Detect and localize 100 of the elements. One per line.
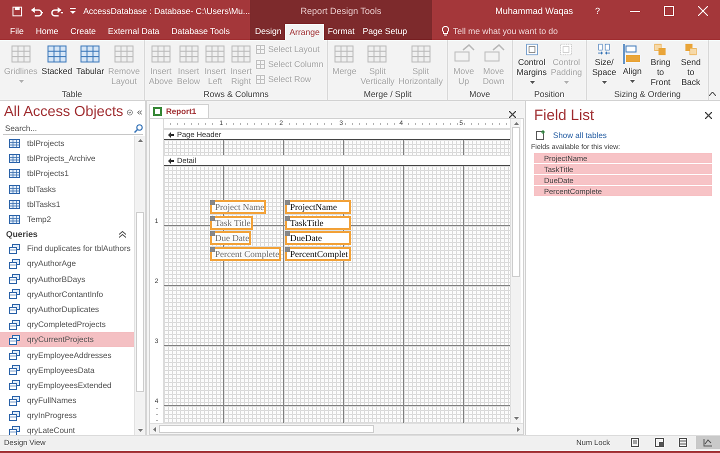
query-icon (9, 334, 20, 345)
close-icon (509, 111, 516, 118)
grid-icon (256, 74, 266, 84)
scrollbar[interactable] (510, 119, 521, 423)
query-icon (9, 258, 20, 269)
table-layout-icon (230, 43, 252, 65)
grid-icon (256, 60, 266, 68)
control-label[interactable]: Task Title (210, 216, 253, 230)
text-box-control[interactable]: PercentComplet (285, 246, 351, 260)
caret-icon (530, 81, 535, 84)
ribbon-tab[interactable]: Page Setup (358, 22, 412, 40)
scrollbar-thumb[interactable] (136, 212, 144, 392)
navigation-item[interactable]: Find duplicates for tblAuthors (0, 241, 134, 256)
group-header[interactable]: Queries (6, 229, 38, 240)
navigation-item[interactable]: qryAuthorBDays (0, 272, 134, 287)
navigation-item[interactable]: tblProjects (0, 136, 134, 152)
text-box-control[interactable]: DueDate (285, 231, 351, 245)
ribbon-button[interactable]: Tabular (74, 40, 106, 87)
table-icon (9, 215, 20, 224)
ribbon-tab[interactable]: Arrange (285, 24, 324, 40)
scrollbar[interactable] (150, 423, 523, 434)
table-icon (9, 200, 20, 209)
show-all-tables-link[interactable]: Show all tables (553, 130, 607, 140)
ribbon-button[interactable]: Stacked (40, 40, 74, 87)
control-label[interactable]: Project Name (210, 200, 266, 214)
table-layout-icon (204, 43, 226, 65)
navigation-item[interactable]: qryInProgress (0, 408, 134, 424)
document-tab[interactable]: Report1 (149, 104, 210, 118)
table-icon (9, 139, 20, 148)
navigation-item[interactable]: qryFullNames (0, 393, 134, 408)
table-icon (9, 184, 20, 194)
caret-icon (630, 80, 636, 84)
save-icon (12, 6, 23, 16)
menu-circle-icon (127, 108, 133, 116)
navigation-item[interactable]: qryEmployeeAddresses (0, 347, 134, 363)
navigation-item[interactable]: qryAuthorContantInfo (0, 286, 134, 302)
tell-me-field[interactable]: Tell me what you want to do (453, 26, 558, 36)
query-icon (9, 350, 20, 360)
control-label[interactable]: Percent Complete (210, 246, 282, 260)
table-icon (9, 169, 20, 178)
ribbon-button[interactable]: Align (619, 40, 646, 87)
navigation-item[interactable]: qryAuthorAge (0, 256, 134, 272)
section-marker-icon (168, 158, 174, 164)
pane-title: All Access Objects (4, 104, 124, 120)
help-button[interactable]: ? (594, 6, 600, 16)
maximize-icon (664, 6, 674, 16)
ribbon-button[interactable]: Control Margins (514, 40, 549, 87)
group-label: Position (533, 89, 566, 100)
table-layout-icon (150, 43, 172, 65)
close-icon (698, 6, 708, 16)
scroll-down-icon (138, 429, 142, 432)
undo-icon (30, 6, 44, 16)
query-icon (9, 304, 20, 314)
ribbon-tab[interactable]: Design (251, 22, 286, 40)
ribbon-tab[interactable]: Database Tools (165, 22, 236, 40)
user-name[interactable]: Muhammad Waqas (495, 6, 573, 16)
scrollbar[interactable] (134, 136, 145, 435)
ribbon-button[interactable]: Bring to Front (645, 40, 676, 87)
lightbulb-icon (442, 26, 449, 36)
search-field[interactable]: Search... (3, 123, 143, 135)
navigation-item[interactable]: Temp2 (0, 212, 134, 228)
scrollbar-thumb[interactable] (159, 425, 374, 433)
group-label: Rows & Columns (202, 89, 270, 100)
navigation-item[interactable]: tblProjects_Archive (0, 151, 134, 166)
ribbon-tab[interactable]: File (4, 22, 30, 40)
grid-icon (256, 44, 266, 54)
ribbon-tab[interactable]: Format (324, 22, 359, 40)
navigation-item[interactable]: qryCurrentProjects (0, 332, 134, 348)
context-title: Report Design Tools (300, 6, 382, 16)
text-box-control[interactable]: ProjectName (285, 200, 351, 214)
navigation-item[interactable]: tblProjects1 (0, 166, 134, 182)
scroll-left-icon (153, 426, 156, 432)
group-label: Table (60, 89, 84, 100)
ribbon-button[interactable]: Size/ Space (588, 40, 620, 87)
ribbon-tab[interactable]: Create (64, 22, 102, 40)
caret-icon (602, 81, 608, 84)
scrollbar-thumb[interactable] (512, 127, 520, 277)
navigation-item[interactable]: tblTasks1 (0, 196, 134, 212)
window-title: AccessDatabase : Database- C:\Users\Mu... (83, 6, 250, 16)
report-icon (153, 107, 162, 116)
table-icon (9, 154, 20, 164)
table-layout-icon (79, 43, 102, 65)
ribbon-tab[interactable]: External Data (102, 22, 166, 40)
navigation-item[interactable]: tblTasks (0, 182, 134, 197)
navigation-item[interactable]: qryAuthorDuplicates (0, 302, 134, 318)
report-view-icon (631, 438, 641, 447)
layout-view-icon (679, 438, 689, 447)
collapse-ribbon-icon (709, 92, 716, 96)
text-box-control[interactable]: TaskTitle (285, 216, 351, 230)
ribbon-tab[interactable]: Home (30, 22, 64, 40)
view-button[interactable] (696, 436, 720, 449)
table-layout-icon (410, 43, 432, 65)
navigation-item[interactable]: qryCompletedProjects (0, 317, 134, 332)
control-label[interactable]: Due Date (210, 231, 252, 245)
ribbon-button[interactable]: Send to Back (676, 40, 706, 87)
navigation-item[interactable]: qryEmployeesData (0, 362, 134, 378)
collapse-pane-icon (136, 108, 142, 116)
scroll-up-icon (138, 139, 142, 142)
table-layout-icon (366, 43, 388, 65)
navigation-item[interactable]: qryEmployeesExtended (0, 378, 134, 393)
